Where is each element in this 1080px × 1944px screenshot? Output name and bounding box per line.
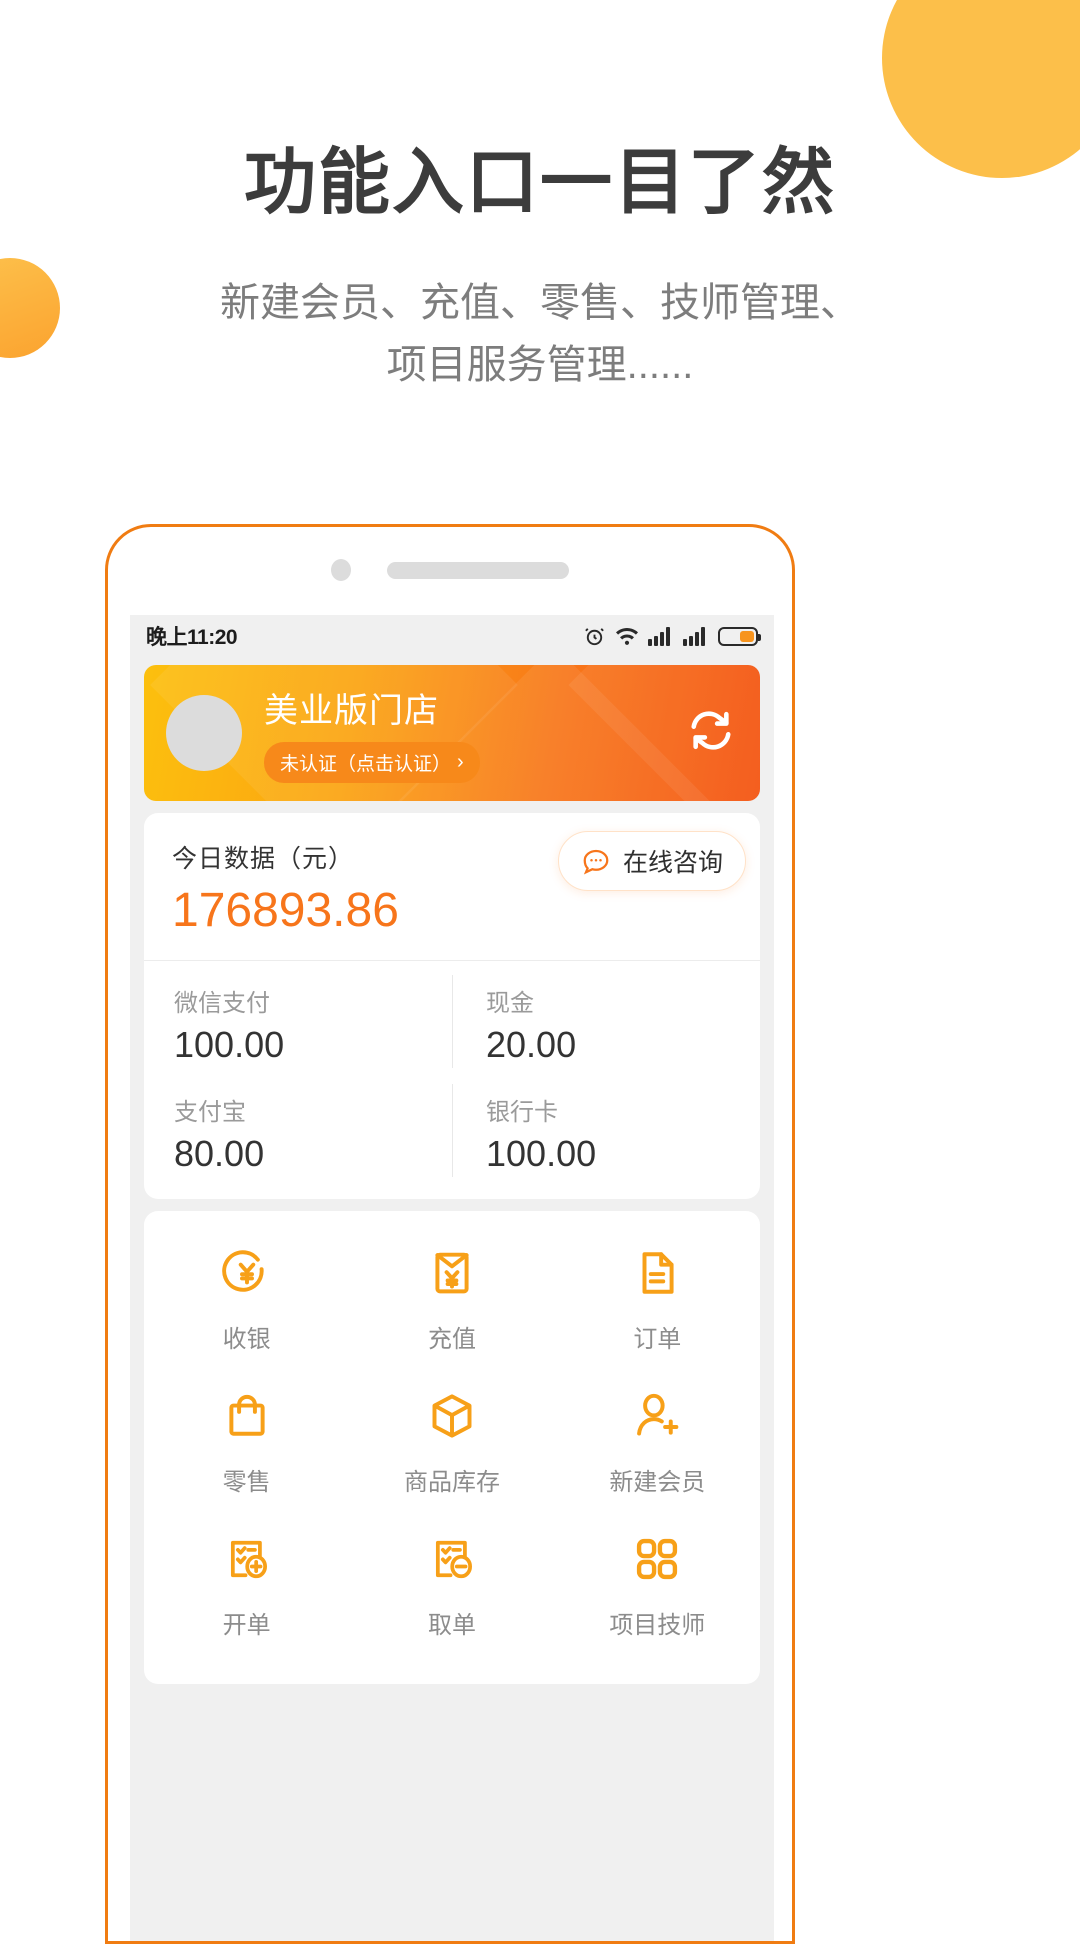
payment-cell: 微信支付 100.00 — [144, 961, 452, 1070]
grid-four-icon — [629, 1531, 685, 1587]
verify-status-label: 未认证（点击认证） — [280, 754, 452, 775]
refresh-button[interactable] — [688, 708, 734, 759]
status-bar: 晚上11:20 — [130, 615, 774, 657]
payment-name: 银行卡 — [486, 1099, 558, 1126]
payment-name: 支付宝 — [174, 1099, 246, 1126]
user-plus-icon — [629, 1388, 685, 1444]
function-grid-row: 开单 取单 项目技师 — [144, 1531, 760, 1640]
page-subtitle-line-2: 项目服务管理...... — [386, 343, 694, 387]
payment-name: 现金 — [486, 990, 534, 1017]
payment-cell: 银行卡 100.00 — [452, 1070, 760, 1179]
shopping-bag-icon — [219, 1388, 275, 1444]
document-icon — [629, 1245, 685, 1301]
status-bar-icons — [583, 625, 761, 648]
wifi-icon — [616, 628, 638, 645]
today-data-header: 今日数据（元） 176893.86 在线咨询 — [144, 831, 760, 938]
function-label: 订单 — [633, 1326, 682, 1353]
online-consult-button[interactable]: 在线咨询 — [557, 831, 746, 891]
function-item-inventory[interactable]: 商品库存 — [349, 1388, 554, 1497]
function-label: 新建会员 — [609, 1469, 706, 1496]
function-label: 商品库存 — [403, 1469, 500, 1496]
today-data-label: 今日数据（元） — [172, 845, 355, 873]
function-grid-card: 收银 充值 订单 零售 商品库存 新建会员 开单 取单 项目技师 — [144, 1211, 760, 1684]
page-title: 功能入口一目了然 — [243, 143, 836, 223]
verify-status-button[interactable]: 未认证（点击认证） › — [264, 742, 480, 783]
payment-cell: 现金 20.00 — [452, 961, 760, 1070]
phone-screen: 晚上11:20 美业版门店 未认证（点击认证） › 今日数据（元） 176893… — [130, 615, 774, 1941]
function-label: 项目技师 — [609, 1612, 706, 1639]
clipboard-plus-icon — [219, 1531, 275, 1587]
box-icon — [424, 1388, 480, 1444]
function-item-service-technician[interactable]: 项目技师 — [555, 1531, 760, 1640]
refresh-icon — [691, 711, 731, 750]
status-bar-time: 晚上11:20 — [146, 626, 238, 649]
function-label: 收银 — [222, 1326, 271, 1353]
chevron-right-icon: › — [457, 751, 464, 773]
payment-amount: 100.00 — [486, 1133, 597, 1174]
battery-icon — [718, 626, 761, 646]
today-data-card: 今日数据（元） 176893.86 在线咨询 微信支付 100.00 现金 20… — [144, 813, 760, 1199]
function-item-open-order[interactable]: 开单 — [144, 1531, 349, 1640]
yuan-circle-icon — [219, 1245, 275, 1301]
alarm-icon — [585, 627, 604, 645]
function-item-retail[interactable]: 零售 — [144, 1388, 349, 1497]
payment-amount: 80.00 — [174, 1133, 265, 1174]
function-item-recharge[interactable]: 充值 — [349, 1245, 554, 1354]
payment-amount: 20.00 — [486, 1024, 577, 1065]
function-label: 充值 — [427, 1326, 476, 1353]
function-label: 开单 — [222, 1612, 271, 1639]
payment-cell: 支付宝 80.00 — [144, 1070, 452, 1179]
function-item-new-member[interactable]: 新建会员 — [555, 1388, 760, 1497]
signal-icon — [648, 627, 670, 646]
earpiece-speaker — [387, 561, 569, 579]
today-data-value: 176893.86 — [172, 884, 399, 937]
chat-bubble-icon — [583, 849, 609, 875]
phone-top-bezel — [108, 527, 792, 613]
avatar[interactable] — [166, 695, 242, 771]
page-subtitle: 新建会员、充值、零售、技师管理、 项目服务管理...... — [0, 272, 1080, 396]
function-label: 零售 — [222, 1469, 271, 1496]
function-item-order[interactable]: 订单 — [555, 1245, 760, 1354]
store-info: 美业版门店 未认证（点击认证） › — [264, 683, 480, 783]
function-grid-row: 收银 充值 订单 — [144, 1245, 760, 1354]
store-header-banner: 美业版门店 未认证（点击认证） › — [144, 665, 760, 801]
signal-icon — [683, 627, 705, 646]
payment-name: 微信支付 — [174, 990, 270, 1017]
function-label: 取单 — [427, 1612, 476, 1639]
phone-mockup: 晚上11:20 美业版门店 未认证（点击认证） › 今日数据（元） 176893… — [105, 524, 795, 1944]
function-item-cancel-order[interactable]: 取单 — [349, 1531, 554, 1640]
payment-breakdown-grid: 微信支付 100.00 现金 20.00 支付宝 80.00 银行卡 100.0… — [144, 961, 760, 1179]
clipboard-minus-icon — [424, 1531, 480, 1587]
function-grid-row: 零售 商品库存 新建会员 — [144, 1388, 760, 1497]
front-camera-icon — [331, 559, 351, 581]
store-name: 美业版门店 — [264, 692, 439, 730]
online-consult-label: 在线咨询 — [622, 849, 723, 877]
function-item-cashier[interactable]: 收银 — [144, 1245, 349, 1354]
payment-amount: 100.00 — [174, 1024, 285, 1065]
envelope-yuan-icon — [424, 1245, 480, 1301]
page-subtitle-line-1: 新建会员、充值、零售、技师管理、 — [220, 281, 860, 325]
